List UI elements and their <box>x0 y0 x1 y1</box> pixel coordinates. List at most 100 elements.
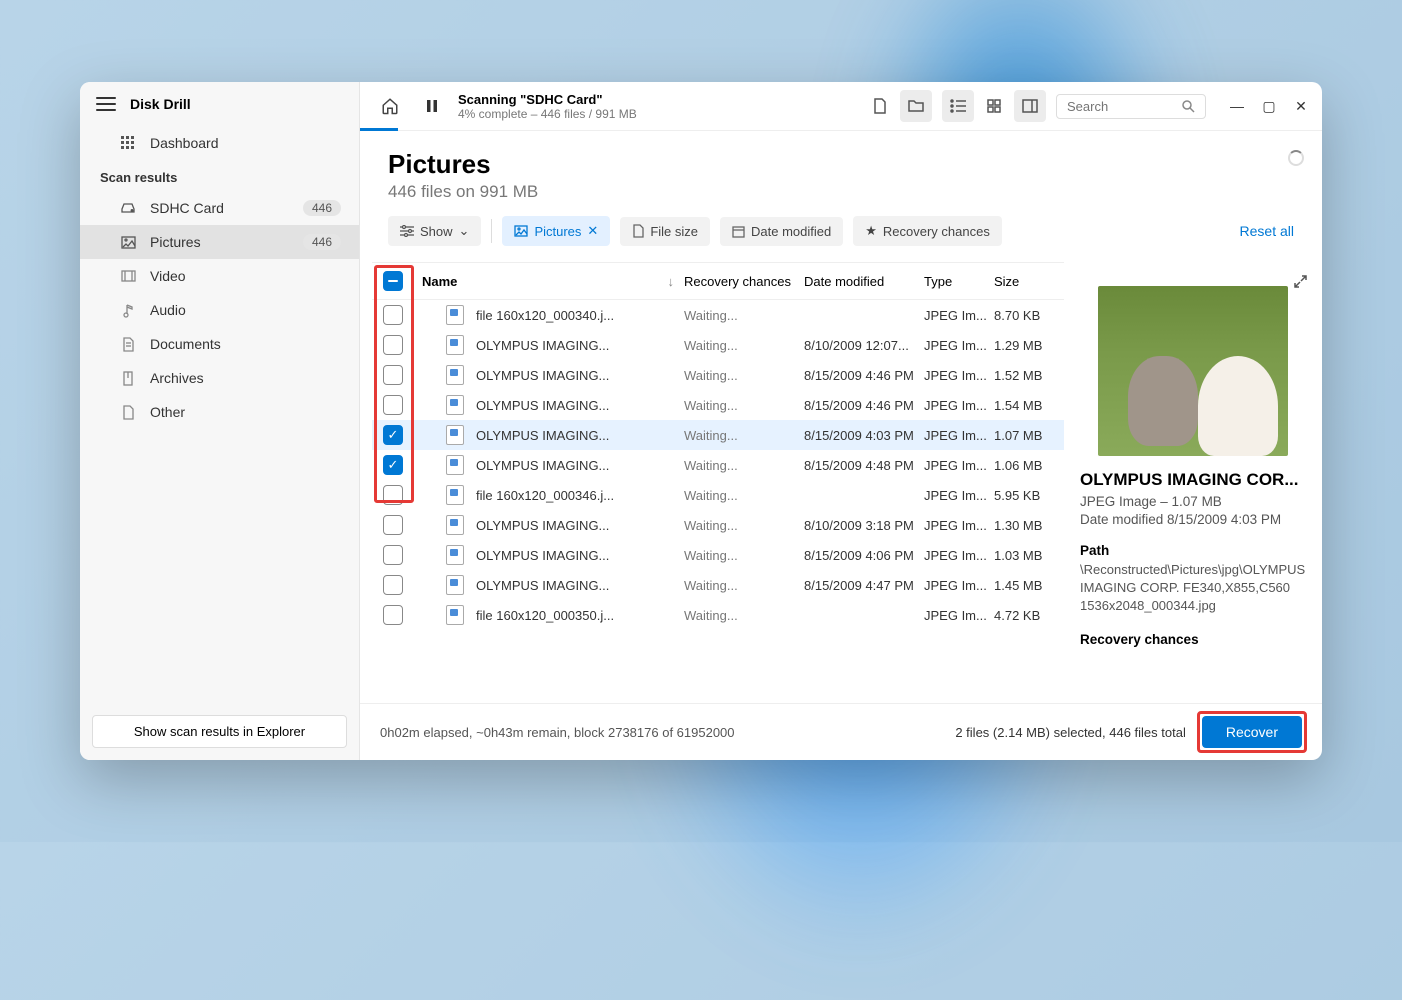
column-type[interactable]: Type <box>924 274 994 289</box>
row-checkbox[interactable] <box>383 335 403 355</box>
row-checkbox[interactable] <box>383 545 403 565</box>
table-row[interactable]: ✓ OLYMPUS IMAGING... Waiting... 8/15/200… <box>372 420 1064 450</box>
file-name: file 160x120_000340.j... <box>476 308 614 323</box>
file-size: 1.52 MB <box>994 368 1064 383</box>
table-row[interactable]: OLYMPUS IMAGING... Waiting... 8/15/2009 … <box>372 570 1064 600</box>
search-box[interactable] <box>1056 94 1206 119</box>
list-view-button[interactable] <box>942 90 974 122</box>
file-name: file 160x120_000350.j... <box>476 608 614 623</box>
sidebar-item-sdhc-card[interactable]: SDHC Card446 <box>80 191 359 225</box>
sidebar-item-archives[interactable]: Archives <box>80 361 359 395</box>
app-title: Disk Drill <box>130 96 191 112</box>
file-type: JPEG Im... <box>924 488 994 503</box>
show-filter-button[interactable]: Show ⌄ <box>388 216 481 246</box>
close-icon[interactable]: ✕ <box>587 223 598 239</box>
nav-dashboard[interactable]: Dashboard <box>80 126 359 160</box>
row-checkbox[interactable] <box>383 485 403 505</box>
file-recovery: Waiting... <box>684 578 804 593</box>
file-icon <box>446 455 464 475</box>
file-name: OLYMPUS IMAGING... <box>476 578 609 593</box>
file-date: 8/10/2009 3:18 PM <box>804 518 924 533</box>
file-icon <box>446 335 464 355</box>
preview-date: Date modified 8/15/2009 4:03 PM <box>1080 512 1306 527</box>
sidebar-item-other[interactable]: Other <box>80 395 359 429</box>
grid-view-button[interactable] <box>978 90 1010 122</box>
file-recovery: Waiting... <box>684 518 804 533</box>
select-all-checkbox[interactable] <box>383 271 403 291</box>
preview-path-label: Path <box>1080 543 1306 558</box>
maximize-button[interactable]: ▢ <box>1262 98 1276 115</box>
table-row[interactable]: OLYMPUS IMAGING... Waiting... 8/10/2009 … <box>372 510 1064 540</box>
minimize-button[interactable]: — <box>1230 98 1244 115</box>
expand-icon[interactable] <box>1293 274 1308 289</box>
row-checkbox[interactable] <box>383 305 403 325</box>
file-name: OLYMPUS IMAGING... <box>476 458 609 473</box>
file-size-filter-button[interactable]: File size <box>620 217 710 246</box>
panel-view-button[interactable] <box>1014 90 1046 122</box>
date-modified-filter-button[interactable]: Date modified <box>720 217 843 246</box>
search-input[interactable] <box>1067 99 1182 114</box>
sort-arrow-icon: ↓ <box>668 274 675 289</box>
sidebar-item-documents[interactable]: Documents <box>80 327 359 361</box>
close-button[interactable]: ✕ <box>1294 98 1308 115</box>
file-size: 1.06 MB <box>994 458 1064 473</box>
preview-recovery-label: Recovery chances <box>1080 632 1306 647</box>
table-row[interactable]: file 160x120_000350.j... Waiting... JPEG… <box>372 600 1064 630</box>
sidebar-item-label: Documents <box>150 336 221 352</box>
file-recovery: Waiting... <box>684 338 804 353</box>
picture-icon <box>120 234 136 250</box>
preview-filename: OLYMPUS IMAGING COR... <box>1080 470 1306 490</box>
column-size[interactable]: Size <box>994 274 1064 289</box>
sidebar-item-badge: 446 <box>303 234 341 250</box>
file-icon <box>446 305 464 325</box>
file-type: JPEG Im... <box>924 428 994 443</box>
row-checkbox[interactable] <box>383 605 403 625</box>
file-date: 8/15/2009 4:06 PM <box>804 548 924 563</box>
row-checkbox[interactable]: ✓ <box>383 425 403 445</box>
row-checkbox[interactable] <box>383 395 403 415</box>
file-type: JPEG Im... <box>924 338 994 353</box>
table-row[interactable]: OLYMPUS IMAGING... Waiting... 8/15/2009 … <box>372 540 1064 570</box>
table-row[interactable]: file 160x120_000346.j... Waiting... JPEG… <box>372 480 1064 510</box>
sidebar: Disk Drill Dashboard Scan results SDHC C… <box>80 82 360 760</box>
file-date: 8/15/2009 4:46 PM <box>804 368 924 383</box>
table-row[interactable]: file 160x120_000340.j... Waiting... JPEG… <box>372 300 1064 330</box>
file-recovery: Waiting... <box>684 608 804 623</box>
row-checkbox[interactable] <box>383 515 403 535</box>
row-checkbox[interactable] <box>383 575 403 595</box>
home-button[interactable] <box>374 90 406 122</box>
menu-icon[interactable] <box>96 97 116 111</box>
file-type: JPEG Im... <box>924 578 994 593</box>
show-in-explorer-button[interactable]: Show scan results in Explorer <box>92 715 347 748</box>
page-title: Pictures <box>388 149 1294 180</box>
recover-button[interactable]: Recover <box>1202 716 1302 748</box>
file-size: 1.07 MB <box>994 428 1064 443</box>
folder-view-button[interactable] <box>900 90 932 122</box>
reset-all-link[interactable]: Reset all <box>1240 223 1294 239</box>
file-icon <box>632 224 644 238</box>
pictures-filter-chip[interactable]: Pictures ✕ <box>502 216 610 246</box>
row-checkbox[interactable] <box>383 365 403 385</box>
table-row[interactable]: ✓ OLYMPUS IMAGING... Waiting... 8/15/200… <box>372 450 1064 480</box>
file-type: JPEG Im... <box>924 458 994 473</box>
sidebar-item-video[interactable]: Video <box>80 259 359 293</box>
file-date: 8/15/2009 4:46 PM <box>804 398 924 413</box>
file-view-button[interactable] <box>864 90 896 122</box>
sidebar-item-label: Pictures <box>150 234 201 250</box>
file-date: 8/15/2009 4:48 PM <box>804 458 924 473</box>
pause-button[interactable] <box>416 90 448 122</box>
file-type: JPEG Im... <box>924 518 994 533</box>
table-row[interactable]: OLYMPUS IMAGING... Waiting... 8/15/2009 … <box>372 390 1064 420</box>
column-recovery[interactable]: Recovery chances <box>684 274 804 289</box>
file-table: Name↓ Recovery chances Date modified Typ… <box>372 262 1064 703</box>
sidebar-item-audio[interactable]: Audio <box>80 293 359 327</box>
row-checkbox[interactable]: ✓ <box>383 455 403 475</box>
recovery-chances-filter-button[interactable]: ★ Recovery chances <box>853 216 1002 246</box>
audio-icon <box>120 302 136 318</box>
file-size: 1.54 MB <box>994 398 1064 413</box>
column-date[interactable]: Date modified <box>804 274 924 289</box>
table-row[interactable]: OLYMPUS IMAGING... Waiting... 8/10/2009 … <box>372 330 1064 360</box>
column-name[interactable]: Name↓ <box>414 274 684 289</box>
table-row[interactable]: OLYMPUS IMAGING... Waiting... 8/15/2009 … <box>372 360 1064 390</box>
sidebar-item-pictures[interactable]: Pictures 446 <box>80 225 359 259</box>
